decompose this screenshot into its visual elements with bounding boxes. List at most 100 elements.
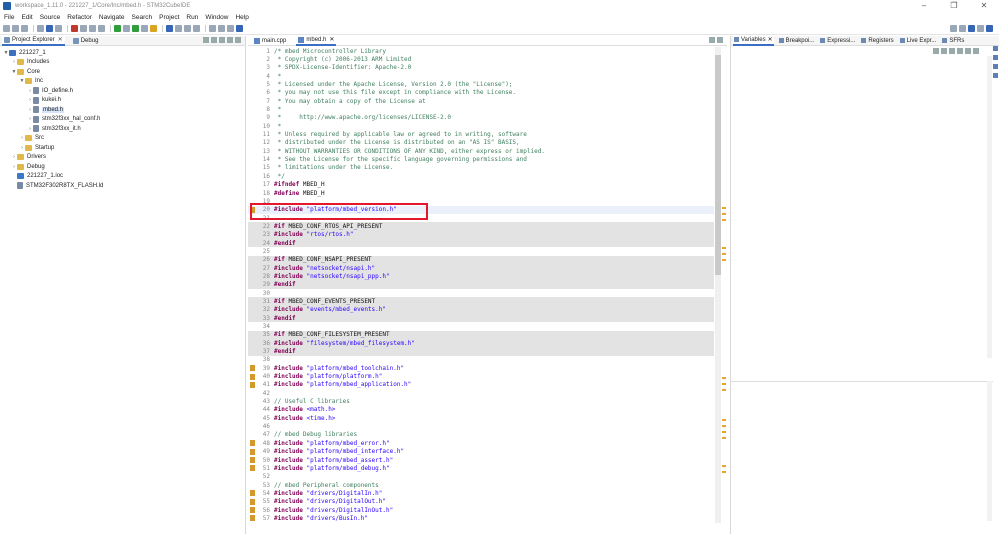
- menu-search[interactable]: Search: [132, 14, 153, 21]
- menu-edit[interactable]: Edit: [21, 14, 32, 21]
- code-line[interactable]: 8 *: [248, 105, 714, 113]
- code-line[interactable]: 27 #include "netsocket/nsapi.h": [248, 263, 714, 273]
- maximize-button[interactable]: ❐: [939, 0, 969, 12]
- collapse-all-icon[interactable]: [949, 47, 955, 54]
- overview-mark[interactable]: [722, 437, 726, 439]
- code-line[interactable]: 5 * Licensed under the Apache License, V…: [248, 80, 714, 88]
- variables-scrollbar[interactable]: [987, 56, 992, 358]
- code-line[interactable]: 43 // Useful C libraries: [248, 397, 714, 405]
- build-config-icon[interactable]: [55, 25, 62, 32]
- close-window-button[interactable]: ✕: [969, 0, 999, 12]
- warning-marker-icon[interactable]: [250, 448, 255, 455]
- save-icon[interactable]: [12, 25, 19, 32]
- close-icon[interactable]: ✕: [768, 36, 773, 43]
- tab-debug[interactable]: Debug: [71, 36, 101, 46]
- code-line[interactable]: 45 #include <time.h>: [248, 414, 714, 422]
- code-line[interactable]: 37 #endif: [248, 347, 714, 356]
- minimize-editor-icon[interactable]: [709, 37, 715, 43]
- close-icon[interactable]: ✕: [329, 36, 334, 43]
- tree-item[interactable]: › kukei.h: [0, 96, 245, 106]
- device-perspective-icon[interactable]: [977, 25, 984, 32]
- tree-item[interactable]: › mbed.h: [0, 105, 245, 115]
- details-divider[interactable]: [731, 381, 993, 382]
- tab-registers[interactable]: Registers: [860, 36, 894, 46]
- open-perspective-icon[interactable]: [959, 25, 966, 32]
- open-console-icon[interactable]: [80, 25, 87, 32]
- code-line[interactable]: 57 #include "drivers/BusIn.h": [248, 514, 714, 522]
- open-type-icon[interactable]: [166, 25, 173, 32]
- code-line[interactable]: 53 // mbed Peripheral components: [248, 481, 714, 489]
- search-tool-icon[interactable]: [175, 25, 182, 32]
- code-line[interactable]: 50 #include "platform/mbed_assert.h": [248, 456, 714, 464]
- maximize-view-icon[interactable]: [973, 47, 979, 54]
- code-line[interactable]: 41 #include "platform/mbed_application.h": [248, 381, 714, 389]
- overview-mark[interactable]: [722, 431, 726, 433]
- tab-project-explorer[interactable]: Project Explorer ✕: [2, 35, 65, 46]
- minimize-view-icon[interactable]: [965, 47, 971, 54]
- code-line[interactable]: 24 #endif: [248, 238, 714, 248]
- close-icon[interactable]: ✕: [58, 36, 63, 43]
- tree-item[interactable]: › stm32f3xx_hal_conf.h: [0, 115, 245, 125]
- debug-dropdown-icon[interactable]: [123, 25, 130, 32]
- tree-item[interactable]: › Startup: [0, 143, 245, 153]
- code-line[interactable]: 23 #include "rtos/rtos.h": [248, 230, 714, 239]
- warning-marker-icon[interactable]: [250, 365, 255, 372]
- code-line[interactable]: 2 * Copyright (c) 2006-2013 ARM Limited: [248, 55, 714, 63]
- code-line[interactable]: 16 */: [248, 172, 714, 180]
- code-line[interactable]: 1 /* mbed Microcontroller Library: [248, 47, 714, 55]
- tree-item[interactable]: › IO_define.h: [0, 86, 245, 96]
- debug-perspective-icon[interactable]: [986, 25, 993, 32]
- code-line[interactable]: 55 #include "drivers/DigitalOut.h": [248, 498, 714, 506]
- tree-item[interactable]: › Src: [0, 134, 245, 144]
- new-icon[interactable]: [3, 25, 10, 32]
- code-line[interactable]: 4 *: [248, 72, 714, 80]
- code-line[interactable]: 54 #include "drivers/DigitalIn.h": [248, 489, 714, 497]
- device-config-icon[interactable]: [71, 25, 78, 32]
- maximize-editor-icon[interactable]: [717, 37, 723, 43]
- static-stack-icon[interactable]: [993, 64, 998, 69]
- cpp-perspective-icon[interactable]: [968, 25, 975, 32]
- menu-project[interactable]: Project: [159, 14, 179, 21]
- tree-item[interactable]: ▼ Core: [0, 67, 245, 77]
- code-line[interactable]: 15 * limitations under the License.: [248, 164, 714, 172]
- code-line[interactable]: 51 #include "platform/mbed_debug.h": [248, 464, 714, 472]
- search-icon[interactable]: [950, 25, 957, 32]
- overview-mark[interactable]: [722, 259, 726, 261]
- code-line[interactable]: 3 * SPDX-License-Identifier: Apache-2.0: [248, 64, 714, 72]
- code-line[interactable]: 47 // mbed Debug libraries: [248, 431, 714, 439]
- pin-editor-icon[interactable]: [227, 25, 234, 32]
- code-line[interactable]: 13 * WITHOUT WARRANTIES OR CONDITIONS OF…: [248, 147, 714, 155]
- maximize-view-icon[interactable]: [235, 37, 241, 43]
- menu-help[interactable]: Help: [235, 14, 248, 21]
- show-type-names-icon[interactable]: [933, 47, 939, 54]
- scrollbar-thumb[interactable]: [715, 55, 721, 275]
- code-line[interactable]: 11 * Unless required by applicable law o…: [248, 130, 714, 138]
- code-line[interactable]: 29 #endif: [248, 280, 714, 289]
- code-line[interactable]: 33 #endif: [248, 314, 714, 323]
- code-line[interactable]: 36 #include "filesystem/mbed_filesystem.h…: [248, 339, 714, 348]
- overview-mark[interactable]: [722, 419, 726, 421]
- code-line[interactable]: 12 * distributed under the License is di…: [248, 139, 714, 147]
- terminal-icon[interactable]: [89, 25, 96, 32]
- overview-mark[interactable]: [722, 207, 726, 209]
- view-menu-icon[interactable]: [957, 47, 963, 54]
- overview-mark[interactable]: [722, 219, 726, 221]
- overview-ruler[interactable]: [722, 47, 727, 523]
- code-line[interactable]: 46: [248, 422, 714, 430]
- annotation-next-icon[interactable]: [193, 25, 200, 32]
- menu-navigate[interactable]: Navigate: [99, 14, 125, 21]
- code-line[interactable]: 52: [248, 473, 714, 481]
- overview-mark[interactable]: [722, 247, 726, 249]
- tab-variables[interactable]: Variables ✕: [733, 35, 774, 46]
- tab-breakpoints[interactable]: Breakpoi...: [778, 36, 816, 46]
- run-dropdown-icon[interactable]: [141, 25, 148, 32]
- tree-item[interactable]: STM32F302R8TX_FLASH.ld: [0, 181, 245, 191]
- overview-mark[interactable]: [722, 377, 726, 379]
- code-line[interactable]: 34: [248, 322, 714, 330]
- tab-main-cpp[interactable]: main.cpp: [252, 36, 288, 46]
- code-line[interactable]: 26 #if MBED_CONF_NSAPI_PRESENT: [248, 255, 714, 264]
- overview-mark[interactable]: [722, 425, 726, 427]
- run-icon[interactable]: [132, 25, 139, 32]
- menu-source[interactable]: Source: [40, 14, 61, 21]
- save-all-icon[interactable]: [21, 25, 28, 32]
